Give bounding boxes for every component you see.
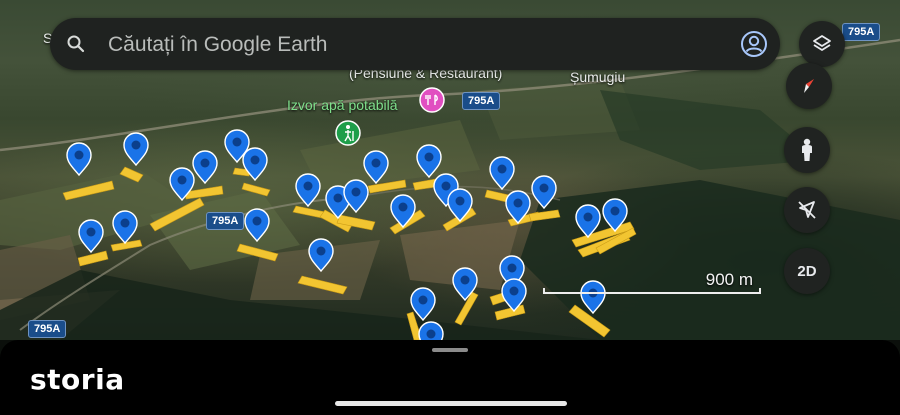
scale-bar: 900 m [543, 270, 761, 294]
restaurant-poi-icon[interactable] [419, 87, 445, 113]
sheet-drag-handle[interactable] [432, 348, 468, 352]
street-view-icon [802, 138, 812, 161]
search-icon[interactable] [66, 34, 86, 54]
road-shield: 795A [206, 212, 245, 230]
scale-label: 900 m [705, 270, 753, 289]
compass-icon [804, 79, 814, 93]
hiking-poi-icon[interactable] [335, 120, 361, 146]
bottom-sheet: storia [0, 340, 900, 415]
compass-button[interactable] [786, 63, 832, 109]
location-off-button[interactable] [784, 187, 830, 233]
layers-button[interactable] [799, 21, 845, 67]
spring-label[interactable]: Izvor apă potabilă [287, 97, 398, 113]
street-view-button[interactable] [784, 127, 830, 173]
village-label: Șumugiu [570, 69, 626, 85]
layers-icon [813, 35, 831, 51]
search-input[interactable] [106, 28, 710, 62]
location-off-icon [798, 201, 816, 219]
view-mode-button[interactable]: 2D [784, 248, 830, 294]
scale-line [543, 288, 761, 294]
road-shield: 795A [28, 320, 67, 338]
home-indicator[interactable] [335, 401, 567, 406]
brand-logo: storia [30, 363, 125, 396]
search-bar[interactable] [50, 18, 780, 70]
road-shield: 795A [462, 92, 501, 110]
road-shield: 795A [842, 23, 881, 41]
account-icon[interactable] [740, 30, 768, 58]
